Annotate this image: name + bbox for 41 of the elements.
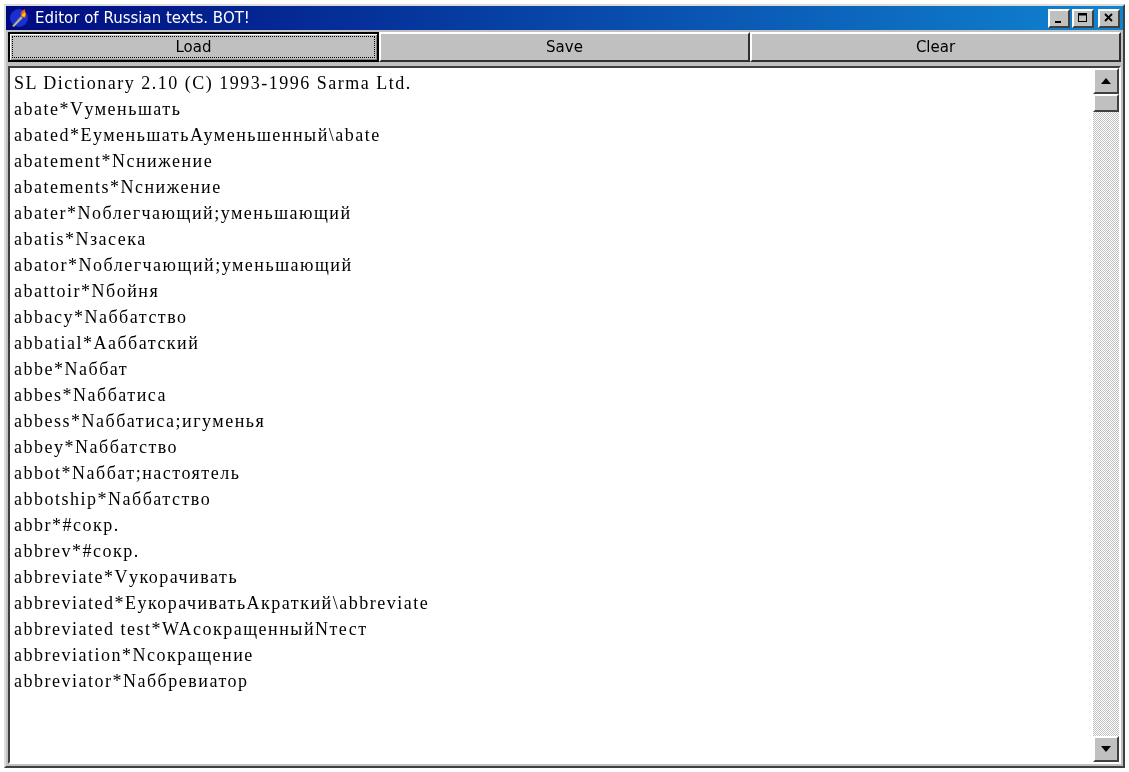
text-line: abbes*Nаббатиса (14, 384, 167, 407)
text-line: abbey*Nаббатство (14, 436, 179, 459)
text-line: abated*ЕуменьшатьАуменьшенный\abate (14, 124, 381, 147)
text-line: abbreviator*Nаббревиатор (14, 670, 249, 693)
close-button[interactable] (1098, 8, 1120, 28)
up-arrow-icon (1101, 78, 1111, 84)
text-line: abate*Vуменьшать (14, 98, 182, 121)
toolbar-button[interactable]: Load (8, 32, 379, 62)
vertical-scrollbar[interactable] (1093, 68, 1119, 762)
text-line: abatis*Nзасека (14, 228, 147, 251)
text-line: abatement*Nснижение (14, 150, 214, 173)
text-line: abbreviated*ЕукорачиватьАкраткий\abbreviate (14, 592, 430, 615)
text-line: abbatial*Aаббатский (14, 332, 200, 355)
text-line: abbotship*Nаббатство (14, 488, 212, 511)
text-line: abbrev*#сокр. (14, 540, 140, 563)
text-line: abator*Nоблегчающий;уменьшающий (14, 254, 353, 277)
text-line: abbr*#сокр. (14, 514, 120, 537)
text-line: abbreviation*Nсокращение (14, 644, 254, 667)
scroll-thumb[interactable] (1093, 94, 1119, 112)
scroll-up-button[interactable] (1093, 68, 1119, 94)
window-title: Editor of Russian texts. BOT! (35, 9, 251, 27)
minimize-button[interactable] (1048, 8, 1070, 28)
minimize-icon (1054, 20, 1061, 23)
down-arrow-icon (1101, 746, 1111, 752)
text-line: abbreviate*Vукорачивать (14, 566, 239, 589)
text-line: abbess*Nаббатиса;игуменья (14, 410, 266, 433)
toolbar-button[interactable]: Save (379, 32, 750, 62)
toolbar-button[interactable]: Clear (750, 32, 1121, 62)
text-line: abater*Nоблегчающий;уменьшающий (14, 202, 352, 225)
text-line: abbreviated test*WAсокращенныйNтест (14, 618, 368, 641)
maximize-icon (1078, 13, 1088, 23)
torch-icon (9, 8, 29, 28)
text-line: abbot*Nаббат;настоятель (14, 462, 241, 485)
text-line: abbacy*Nаббатство (14, 306, 188, 329)
close-icon (1104, 13, 1114, 23)
scroll-down-button[interactable] (1093, 736, 1119, 762)
maximize-button[interactable] (1072, 8, 1094, 28)
text-line: abbe*Nаббат (14, 358, 129, 381)
text-line: abatements*Nснижение (14, 176, 222, 199)
text-line: SL Dictionary 2.10 (C) 1993-1996 Sarma Ltd. (14, 72, 412, 95)
text-line: abattoir*Nбойня (14, 280, 160, 303)
